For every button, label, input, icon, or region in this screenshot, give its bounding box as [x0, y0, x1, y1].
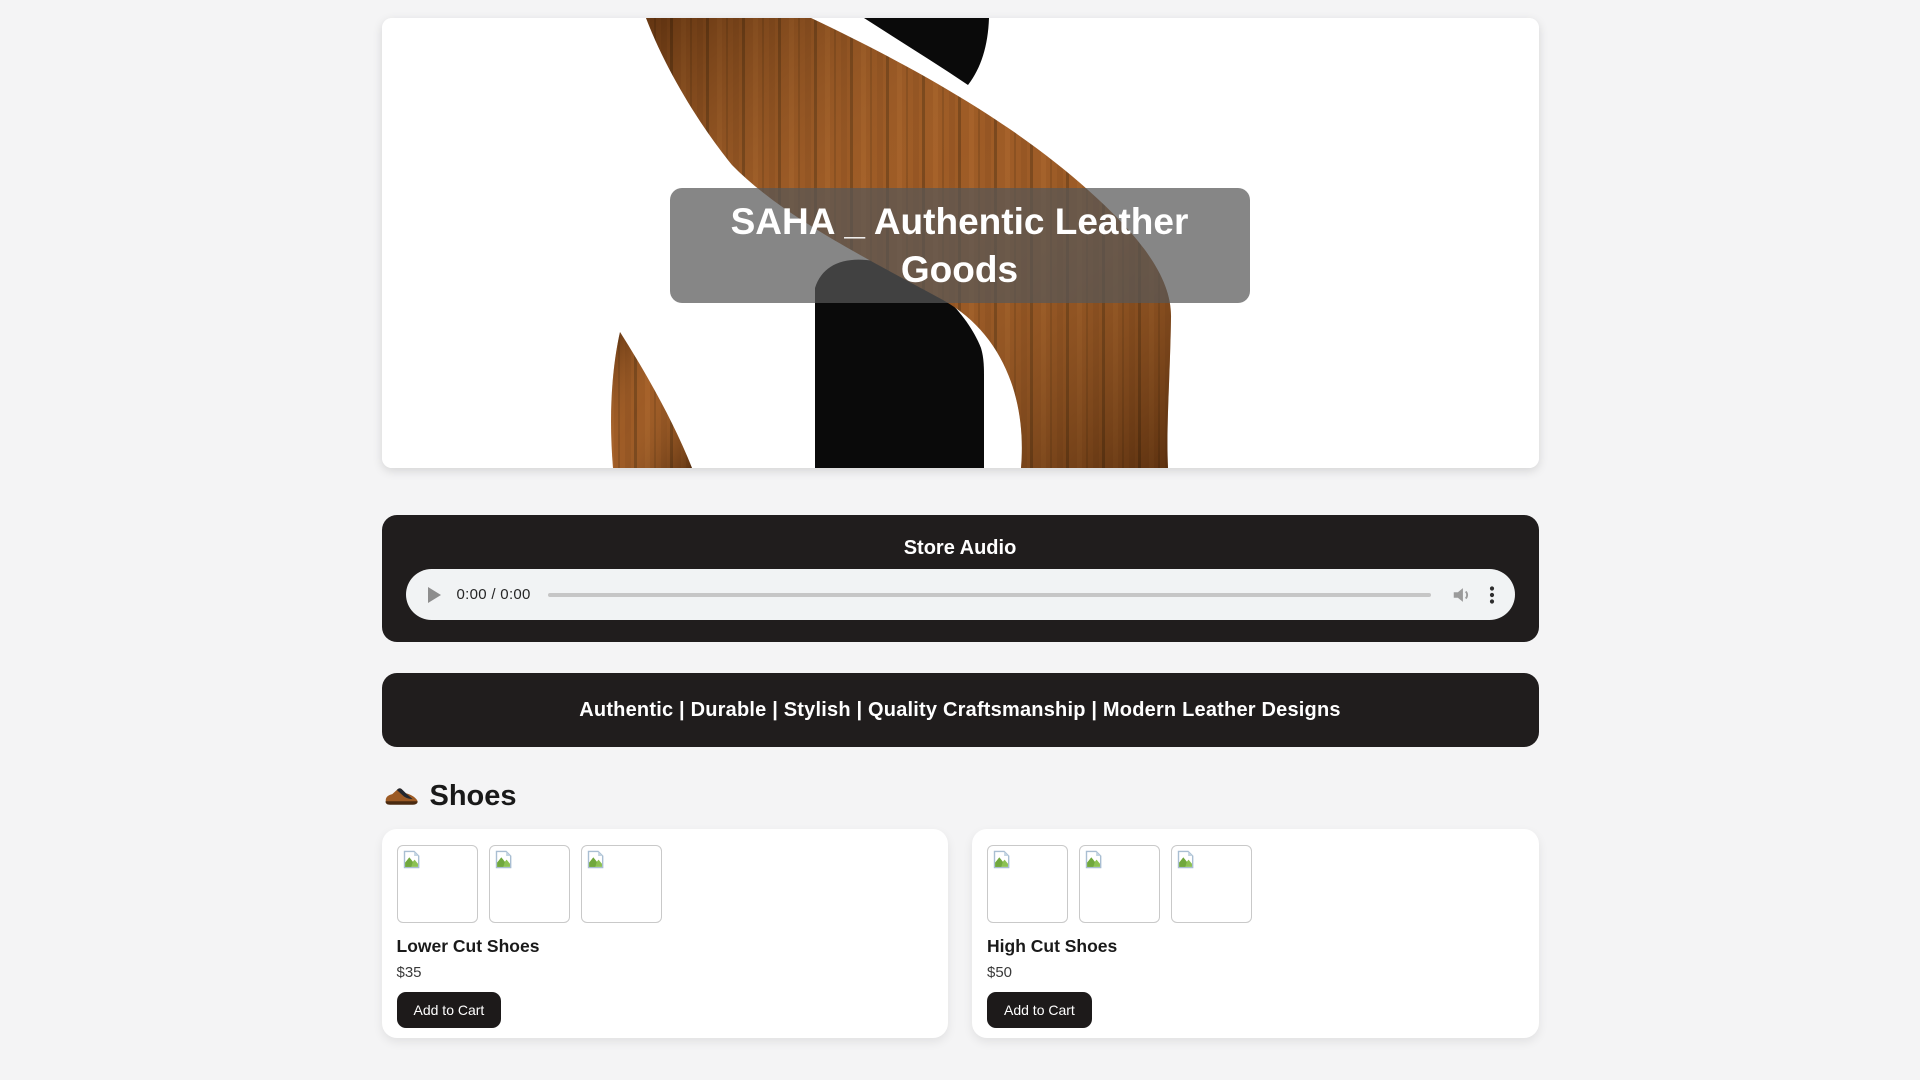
shoes-section-title: Shoes	[429, 780, 517, 812]
broken-image-icon	[1085, 850, 1102, 869]
add-to-cart-button[interactable]: Add to Cart	[987, 992, 1092, 1028]
volume-icon[interactable]	[1451, 584, 1473, 606]
thumbnail-row	[396, 845, 934, 923]
hero-banner: SAHA _ Authentic Leather Goods	[381, 18, 1539, 468]
product-price: $35	[396, 964, 422, 981]
product-thumbnail	[1079, 845, 1160, 923]
broken-image-icon	[495, 850, 511, 869]
product-name: High Cut Shoes	[987, 936, 1118, 956]
product-grid: Lower Cut Shoes $35 Add to Cart High Cut…	[381, 829, 1539, 1038]
add-to-cart-button[interactable]: Add to Cart	[396, 992, 502, 1028]
play-icon[interactable]	[427, 586, 441, 603]
product-thumbnail	[580, 845, 662, 923]
product-thumbnail	[987, 845, 1068, 923]
tagline-banner: Authentic | Durable | Stylish | Quality …	[381, 673, 1539, 747]
store-audio-panel: Store Audio 0:00 / 0:00	[381, 515, 1539, 642]
hero-caption: SAHA _ Authentic Leather Goods	[669, 188, 1250, 303]
tagline-text: Authentic | Durable | Stylish | Quality …	[579, 698, 1341, 721]
audio-seek-bar[interactable]	[547, 592, 1431, 597]
kebab-menu-icon[interactable]	[1489, 585, 1495, 604]
product-thumbnail	[1171, 845, 1252, 923]
store-audio-title: Store Audio	[903, 537, 1017, 559]
thumbnail-row	[987, 845, 1524, 923]
page-container: SAHA _ Authentic Leather Goods Store Aud…	[381, 0, 1539, 1038]
product-card-high-cut: High Cut Shoes $50 Add to Cart	[972, 829, 1539, 1038]
product-card-lower-cut: Lower Cut Shoes $35 Add to Cart	[381, 829, 948, 1038]
audio-time: 0:00 / 0:00	[456, 586, 531, 603]
broken-image-icon	[993, 850, 1010, 869]
product-thumbnail	[488, 845, 570, 923]
audio-player[interactable]: 0:00 / 0:00	[405, 569, 1515, 620]
shoes-section-heading: Shoes	[384, 780, 1539, 813]
broken-image-icon	[403, 850, 419, 869]
broken-image-icon	[1177, 850, 1194, 869]
product-thumbnail	[396, 845, 478, 923]
broken-image-icon	[587, 850, 603, 869]
shoe-icon	[385, 787, 418, 805]
product-name: Lower Cut Shoes	[396, 936, 540, 956]
product-price: $50	[987, 964, 1013, 981]
